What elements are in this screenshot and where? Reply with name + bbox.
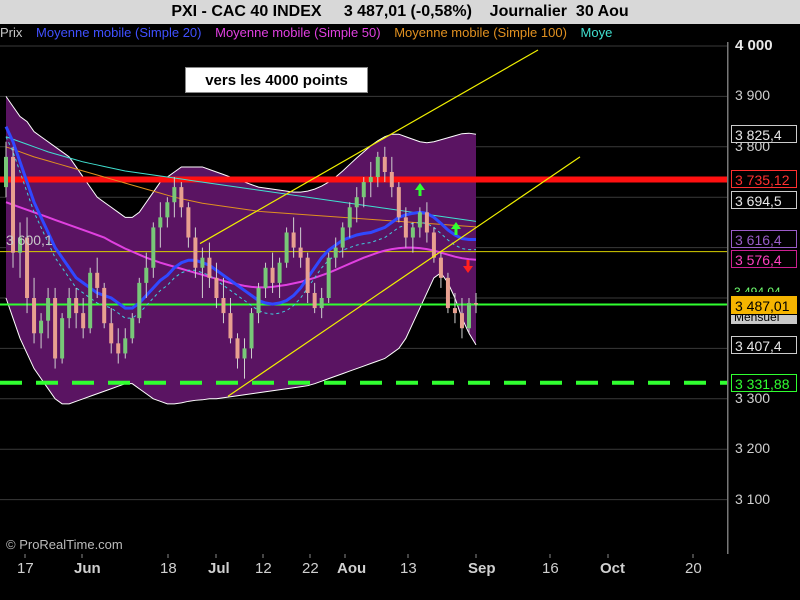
x-tick-label: Aou: [337, 560, 367, 577]
x-tick-label: Oct: [600, 560, 626, 577]
price-tag: 3 616,4: [731, 230, 797, 249]
price-tag-mensuel: Mensuel: [731, 315, 797, 325]
y-tick-label: 4 000: [735, 37, 773, 54]
price-tag: 3 735,12: [731, 170, 797, 189]
x-tick-label: Sep: [468, 560, 496, 577]
plot-frame: [0, 42, 728, 554]
inline-value-label: 3 600,1: [6, 232, 53, 248]
x-tick-label: 20: [685, 560, 702, 577]
price-tag: 3 825,4: [731, 124, 797, 143]
y-tick-label: 3 200: [735, 440, 771, 457]
x-tick-label: 16: [542, 560, 559, 577]
price-tag: 3 407,4: [731, 335, 797, 354]
price-tag: 3 694,5: [731, 190, 797, 209]
price-tag-hidden: 3 494,04: [734, 285, 781, 292]
x-tick-label: 17: [17, 560, 34, 577]
annotation-box: vers les 4000 points: [185, 67, 368, 93]
x-tick-label: 18: [160, 560, 177, 577]
x-tick-label: 22: [302, 560, 319, 577]
y-tick-label: 3 100: [735, 490, 771, 507]
x-tick-label: Jul: [208, 560, 230, 577]
price-tag: 3 487,01: [731, 295, 797, 314]
copyright: © ProRealTime.com: [6, 537, 123, 552]
x-tick-label: 12: [255, 560, 272, 577]
y-tick-label: 3 900: [735, 87, 771, 104]
price-tag: 3 331,88: [731, 373, 797, 392]
x-tick-label: Jun: [74, 560, 101, 577]
x-tick-label: 13: [400, 560, 417, 577]
price-tag: 3 576,4: [731, 250, 797, 269]
